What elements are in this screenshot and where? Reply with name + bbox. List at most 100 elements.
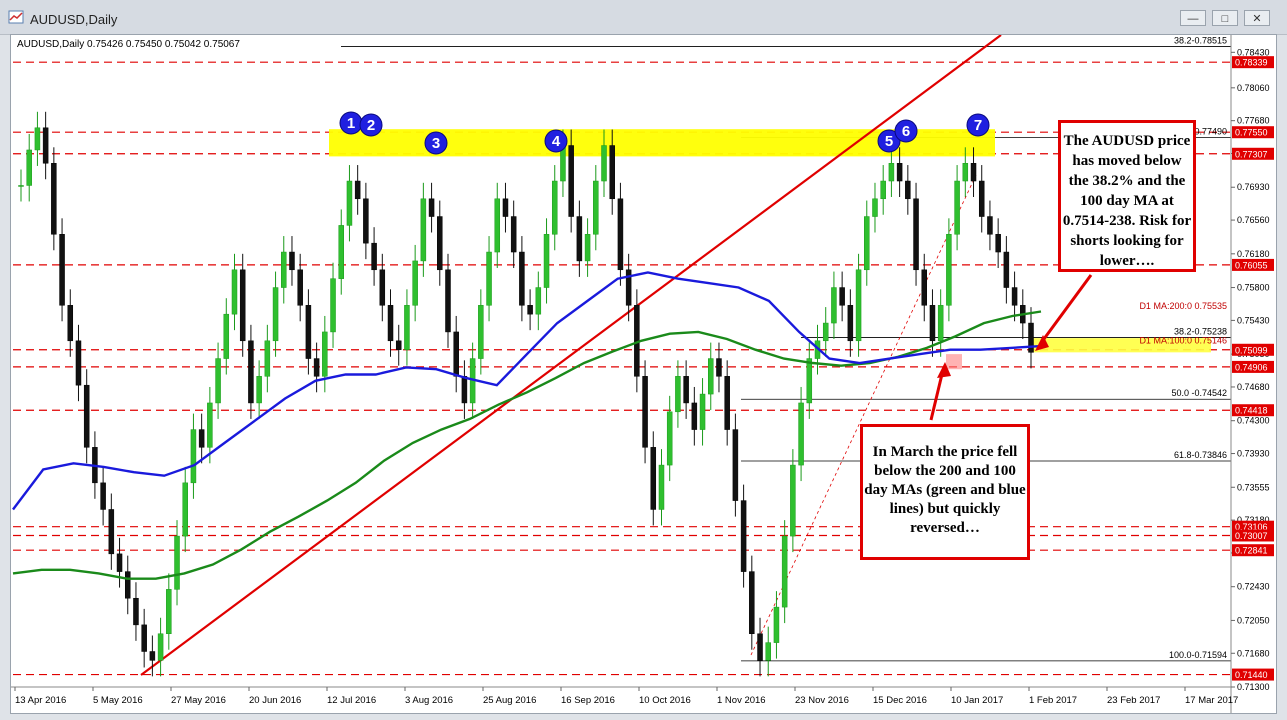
candle-body	[363, 198, 369, 244]
candle-body	[601, 145, 607, 182]
candle-body	[937, 305, 944, 342]
candle-body	[67, 305, 74, 342]
candle-body	[100, 482, 106, 510]
x-tick-label: 25 Aug 2016	[483, 695, 536, 706]
candle-body	[724, 376, 730, 430]
candle-body	[584, 234, 591, 262]
candle-body	[133, 597, 139, 626]
candle-body	[666, 411, 673, 466]
candle-body	[905, 180, 911, 200]
peak-marker-label: 5	[885, 133, 893, 150]
candle-body	[281, 251, 287, 288]
minimize-button[interactable]: —	[1180, 10, 1206, 26]
candle-body	[379, 269, 386, 306]
peak-marker-label: 1	[347, 115, 355, 132]
y-tick-label: 0.72050	[1237, 615, 1270, 625]
candle-body	[847, 305, 854, 342]
candle-body	[896, 163, 903, 182]
candle-body	[568, 145, 574, 217]
x-tick-label: 10 Oct 2016	[639, 695, 691, 706]
candle-body	[921, 269, 928, 306]
annotation-shorts-risk: The AUDUSD price has moved below the 38.…	[1058, 120, 1196, 272]
candle-body	[494, 198, 501, 253]
close-button[interactable]: ✕	[1244, 10, 1270, 26]
level-price-label: 0.75099	[1235, 345, 1268, 355]
x-tick-label: 15 Dec 2016	[873, 695, 927, 706]
candle-body	[757, 633, 763, 661]
candle-body	[346, 180, 353, 226]
level-price-label: 0.74418	[1235, 406, 1268, 416]
candle-body	[231, 269, 238, 315]
candle-body	[59, 234, 65, 306]
x-tick-label: 5 May 2016	[93, 695, 143, 706]
peak-marker-label: 2	[367, 117, 375, 134]
candle-body	[535, 287, 542, 315]
candle-body	[978, 180, 985, 217]
candle-body	[354, 180, 361, 200]
peak-marker-label: 7	[974, 117, 982, 134]
candle-body	[428, 198, 435, 217]
candle-body	[387, 305, 394, 342]
candle-body	[182, 482, 188, 537]
candle-body	[773, 606, 780, 643]
candle-body	[913, 198, 919, 271]
chart-header: AUDUSD,Daily 0.75426 0.75450 0.75042 0.7…	[17, 39, 240, 50]
peak-marker-label: 4	[552, 133, 561, 150]
y-tick-label: 0.71300	[1237, 682, 1270, 692]
candle-body	[872, 198, 878, 217]
candle-body	[839, 287, 845, 306]
candle-body	[395, 340, 402, 350]
x-tick-label: 13 Apr 2016	[15, 695, 66, 706]
y-tick-label: 0.75430	[1237, 315, 1270, 325]
candle-body	[223, 313, 230, 359]
candle-body	[617, 198, 624, 271]
candle-body	[330, 278, 336, 333]
candle-body	[141, 624, 147, 652]
candle-body	[264, 340, 271, 377]
maximize-button[interactable]: □	[1212, 10, 1238, 26]
candle-body	[543, 234, 550, 288]
candle-body	[740, 500, 747, 572]
candle-body	[962, 163, 969, 182]
candle-body	[987, 216, 993, 235]
x-tick-label: 1 Nov 2016	[717, 695, 766, 706]
candle-body	[248, 340, 254, 404]
candle-body	[946, 234, 952, 306]
title-bar: AUDUSD,Daily — □ ✕	[0, 0, 1287, 35]
candle-body	[149, 651, 156, 661]
y-tick-label: 0.73555	[1237, 482, 1270, 492]
candle-body	[75, 340, 82, 386]
candle-body	[198, 429, 205, 448]
x-tick-label: 16 Sep 2016	[561, 695, 615, 706]
candle-body	[1011, 287, 1018, 306]
candle-body	[83, 384, 90, 448]
candle-body	[338, 225, 344, 279]
level-price-label: 0.76055	[1235, 260, 1268, 270]
candle-body	[461, 376, 468, 404]
y-tick-label: 0.76180	[1237, 249, 1270, 259]
candle-body	[790, 464, 796, 537]
candle-body	[527, 305, 533, 315]
candle-body	[683, 376, 689, 404]
candle-body	[732, 429, 739, 501]
candle-body	[371, 242, 377, 271]
candle-body	[995, 234, 1001, 253]
candle-body	[445, 269, 451, 333]
y-tick-label: 0.76560	[1237, 215, 1270, 225]
window-title: AUDUSD,Daily	[30, 12, 118, 27]
fib-label: -0.77490	[1191, 127, 1227, 137]
x-tick-label: 12 Jul 2016	[327, 695, 376, 706]
candle-body	[166, 589, 172, 634]
x-tick-label: 20 Jun 2016	[249, 695, 301, 706]
arrow-to-price	[1039, 274, 1093, 344]
candle-body	[929, 305, 936, 342]
arrow-to-march-dip	[929, 369, 945, 421]
candle-body	[404, 305, 410, 350]
level-price-label: 0.73007	[1235, 531, 1268, 541]
fib-label: 50.0 -0.74542	[1171, 388, 1227, 398]
candle-body	[716, 358, 722, 377]
chart-window: AUDUSD,Daily — □ ✕ 1234567 0.78430 0.7806…	[0, 0, 1287, 720]
candle-body	[486, 251, 492, 306]
y-tick-label: 0.71680	[1237, 648, 1270, 658]
candle-body	[256, 376, 262, 404]
